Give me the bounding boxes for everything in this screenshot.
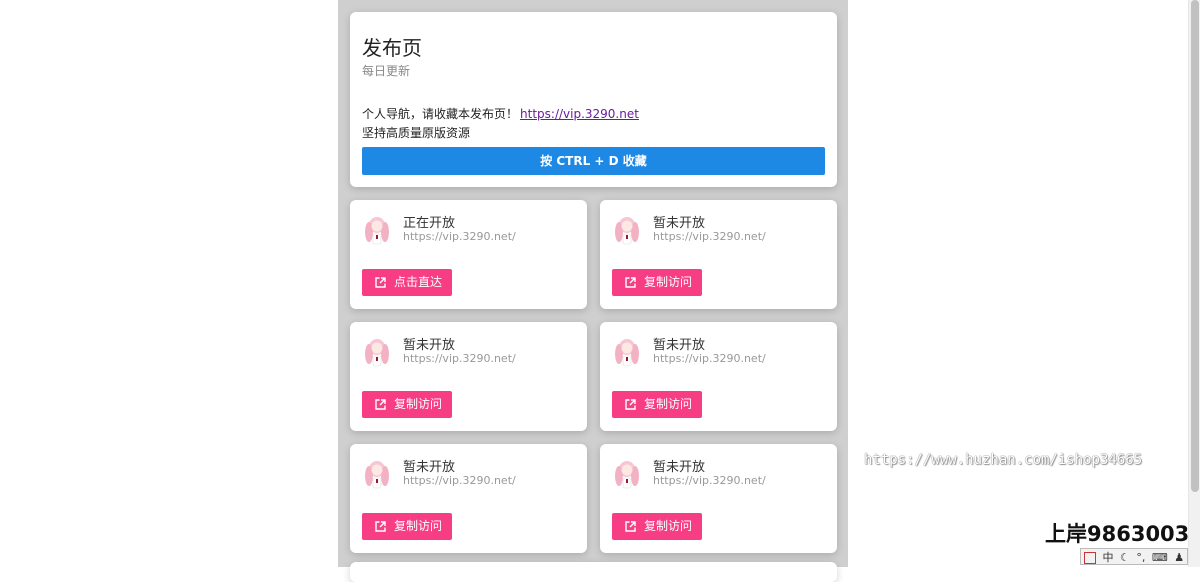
punctuation-icon[interactable]: °,: [1136, 549, 1145, 566]
avatar-anime-girl-icon: [365, 339, 389, 367]
site-card: 暂未开放 https://vip.3290.net/ 复制访问: [600, 322, 837, 431]
moon-icon[interactable]: ☾: [1120, 549, 1130, 566]
site-url: https://vip.3290.net/: [653, 230, 766, 243]
external-link-icon: [375, 277, 386, 288]
copy-button-label: 复制访问: [644, 519, 693, 533]
avatar-anime-girl-icon: [615, 339, 639, 367]
external-link-icon: [375, 521, 386, 532]
site-url: https://vip.3290.net/: [653, 474, 766, 487]
site-card: 暂未开放 https://vip.3290.net/ 复制访问: [600, 444, 837, 553]
page-subtitle: 每日更新: [362, 64, 411, 78]
site-title: 暂未开放: [653, 338, 706, 353]
site-title: 暂未开放: [653, 216, 706, 231]
ime-lang-label[interactable]: 中: [1103, 549, 1114, 566]
ime-logo-icon: [1084, 552, 1096, 564]
intro-line: 个人导航，请收藏本发布页！ https://vip.3290.net: [362, 105, 639, 122]
visit-button-label: 点击直达: [394, 275, 443, 289]
avatar-anime-girl-icon: [365, 461, 389, 489]
avatar-anime-girl-icon: [365, 217, 389, 245]
scrollbar-thumb[interactable]: [1191, 0, 1199, 492]
header-card: 发布页 每日更新 个人导航，请收藏本发布页！ https://vip.3290.n…: [350, 12, 837, 187]
keyboard-icon[interactable]: ⌨: [1152, 549, 1168, 566]
site-title: 暂未开放: [403, 460, 456, 475]
intro-text: 个人导航，请收藏本发布页！: [362, 107, 519, 121]
visit-button[interactable]: 点击直达: [362, 269, 452, 296]
copy-button-label: 复制访问: [644, 275, 693, 289]
copy-button[interactable]: 复制访问: [362, 391, 452, 418]
site-title: 暂未开放: [653, 460, 706, 475]
copy-button-label: 复制访问: [394, 519, 443, 533]
page-title: 发布页: [362, 36, 422, 60]
site-url: https://vip.3290.net/: [403, 230, 516, 243]
external-link-icon: [625, 277, 636, 288]
site-title: 暂未开放: [403, 338, 456, 353]
external-link-icon: [625, 399, 636, 410]
site-title: 正在开放: [403, 216, 456, 231]
site-url: https://vip.3290.net/: [653, 352, 766, 365]
ime-toolbar[interactable]: 中 ☾ °, ⌨ ♟: [1080, 548, 1188, 565]
intro-link[interactable]: https://vip.3290.net: [520, 107, 639, 121]
copy-button[interactable]: 复制访问: [612, 269, 702, 296]
user-icon[interactable]: ♟: [1174, 549, 1184, 566]
external-link-icon: [375, 399, 386, 410]
vertical-scrollbar[interactable]: [1188, 0, 1200, 567]
site-card: 暂未开放 https://vip.3290.net/ 复制访问: [350, 322, 587, 431]
copy-button-label: 复制访问: [644, 397, 693, 411]
site-card: 暂未开放 https://vip.3290.net/ 复制访问: [350, 444, 587, 553]
watermark-text: https://www.huzhan.com/ishop34665: [864, 452, 1143, 468]
site-card: 正在开放 https://vip.3290.net/ 点击直达: [350, 200, 587, 309]
bookmark-button[interactable]: 按 CTRL + D 收藏: [362, 147, 825, 175]
tagline: 坚持高质量原版资源: [362, 126, 471, 140]
site-url: https://vip.3290.net/: [403, 474, 516, 487]
site-url: https://vip.3290.net/: [403, 352, 516, 365]
avatar-anime-girl-icon: [615, 461, 639, 489]
copy-button[interactable]: 复制访问: [362, 513, 452, 540]
avatar-anime-girl-icon: [615, 217, 639, 245]
external-link-icon: [625, 521, 636, 532]
copy-button[interactable]: 复制访问: [612, 391, 702, 418]
contact-text: 上岸9863003: [1045, 522, 1190, 546]
copy-button-label: 复制访问: [394, 397, 443, 411]
copy-button[interactable]: 复制访问: [612, 513, 702, 540]
next-card-partial: [350, 562, 837, 582]
site-card: 暂未开放 https://vip.3290.net/ 复制访问: [600, 200, 837, 309]
